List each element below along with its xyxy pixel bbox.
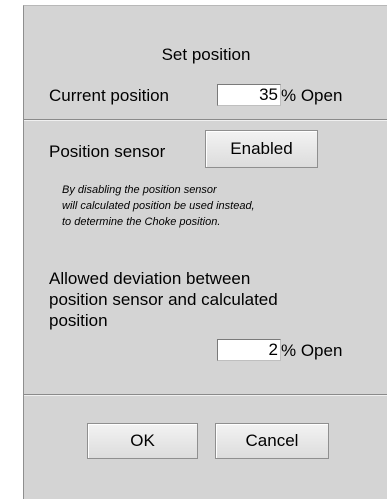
- deviation-label-line: Allowed deviation between: [49, 269, 251, 288]
- section-divider: [24, 394, 387, 396]
- note-line: will calculated position be used instead…: [62, 200, 255, 212]
- allowed-deviation-label: Allowed deviation between position senso…: [49, 268, 369, 331]
- position-sensor-toggle-button[interactable]: Enabled: [205, 130, 318, 168]
- ok-button[interactable]: OK: [87, 423, 198, 459]
- current-position-label: Current position: [49, 86, 170, 105]
- deviation-label-line: position: [49, 311, 108, 330]
- note-line: By disabling the position sensor: [62, 184, 217, 196]
- position-sensor-label: Position sensor: [49, 142, 166, 161]
- note-line: to determine the Choke position.: [62, 216, 221, 228]
- allowed-deviation-input[interactable]: 2: [217, 339, 281, 361]
- allowed-deviation-unit: % Open: [281, 341, 343, 360]
- current-position-unit: % Open: [281, 86, 343, 105]
- section-divider: [24, 119, 387, 121]
- position-sensor-note: By disabling the position sensor will ca…: [62, 182, 382, 230]
- current-position-input[interactable]: 35: [217, 84, 281, 106]
- cancel-button[interactable]: Cancel: [215, 423, 329, 459]
- set-position-dialog: Set position Current position 35 % Open …: [23, 5, 387, 499]
- deviation-label-line: position sensor and calculated: [49, 290, 278, 309]
- dialog-title: Set position: [161, 45, 251, 64]
